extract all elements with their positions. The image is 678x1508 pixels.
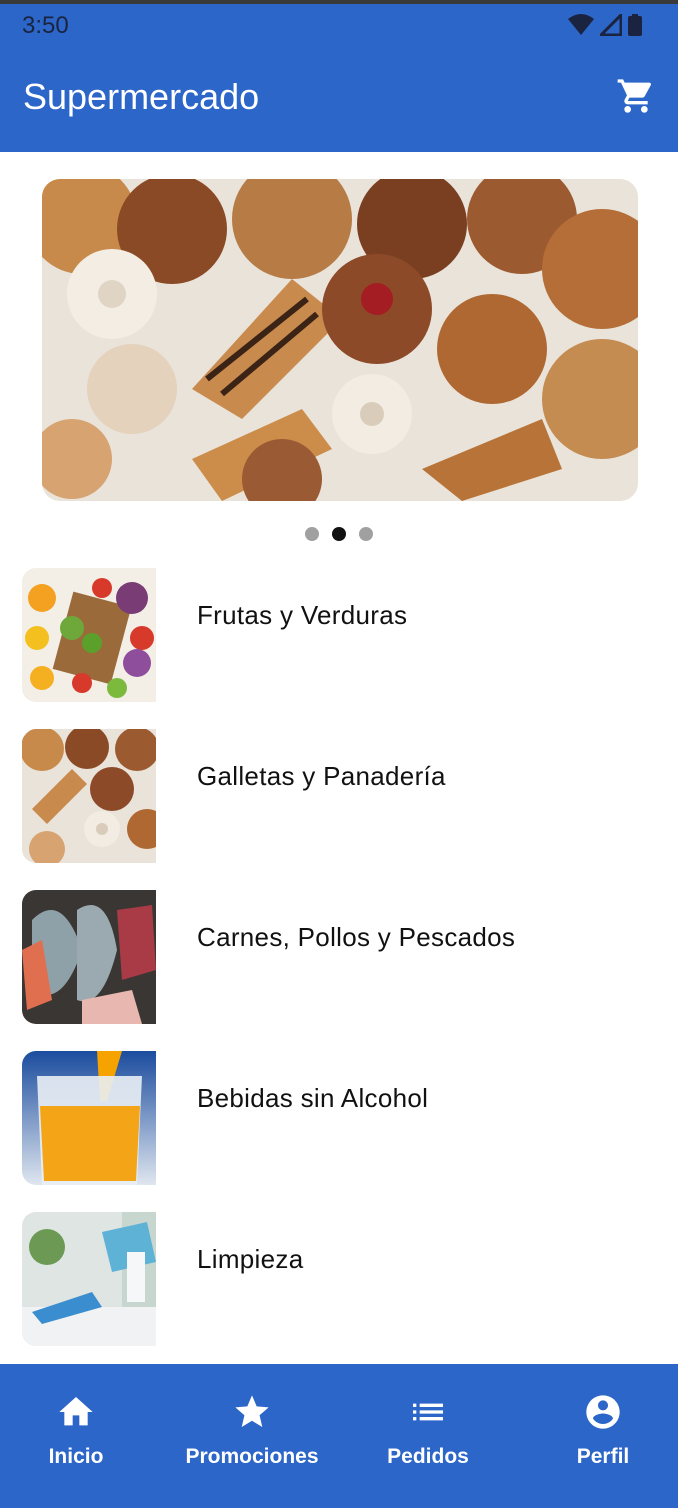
carousel-dot-2[interactable] — [332, 527, 346, 541]
shopping-cart-icon[interactable] — [616, 76, 656, 116]
nav-label: Pedidos — [387, 1445, 469, 1468]
category-item-galletas-panaderia[interactable]: Galletas y Panadería — [0, 729, 678, 863]
signal-icon — [600, 14, 622, 36]
category-item-carnes-pollos-pescados[interactable]: Carnes, Pollos y Pescados — [0, 890, 678, 1024]
status-time: 3:50 — [22, 12, 69, 39]
nav-label: Perfil — [576, 1445, 630, 1468]
status-bar: 3:50 — [0, 4, 678, 48]
home-icon — [59, 1397, 93, 1426]
category-label: Bebidas sin Alcohol — [197, 1083, 429, 1113]
battery-icon — [628, 14, 642, 36]
wifi-icon — [568, 14, 594, 35]
category-label: Carnes, Pollos y Pescados — [197, 922, 516, 952]
category-item-limpieza[interactable]: Limpieza — [0, 1212, 678, 1346]
category-label: Galletas y Panadería — [197, 761, 446, 791]
account-circle-icon — [586, 1395, 620, 1429]
nav-item-pedidos[interactable]: Pedidos — [343, 1364, 513, 1508]
carousel-indicator — [0, 527, 678, 541]
cleaning-image — [22, 1212, 156, 1346]
app-title: Supermercado — [23, 76, 260, 117]
meat-fish-image — [22, 890, 156, 1024]
fruits-vegetables-image — [22, 568, 156, 702]
category-label: Frutas y Verduras — [197, 600, 408, 630]
app-bar: Supermercado — [0, 48, 678, 152]
nav-label: Inicio — [48, 1445, 104, 1468]
category-label: Limpieza — [197, 1244, 304, 1274]
category-item-bebidas-sin-alcohol[interactable]: Bebidas sin Alcohol — [0, 1051, 678, 1185]
nav-item-promociones[interactable]: Promociones — [167, 1364, 337, 1508]
carousel-dot-1[interactable] — [305, 527, 319, 541]
nav-label: Promociones — [185, 1445, 319, 1468]
bottom-navigation: Inicio Promociones Pedidos Perfil — [0, 1364, 678, 1508]
list-icon — [413, 1403, 443, 1421]
nav-item-inicio[interactable]: Inicio — [0, 1364, 161, 1508]
nav-item-perfil[interactable]: Perfil — [518, 1364, 678, 1508]
orange-juice-image — [22, 1051, 156, 1185]
category-item-frutas-verduras[interactable]: Frutas y Verduras — [0, 568, 678, 702]
carousel-dot-3[interactable] — [359, 527, 373, 541]
bakery-banner-image — [42, 179, 638, 501]
star-icon — [235, 1395, 269, 1427]
bakery-image — [22, 729, 156, 863]
promo-carousel-banner[interactable] — [42, 179, 638, 501]
status-icons — [568, 14, 642, 36]
